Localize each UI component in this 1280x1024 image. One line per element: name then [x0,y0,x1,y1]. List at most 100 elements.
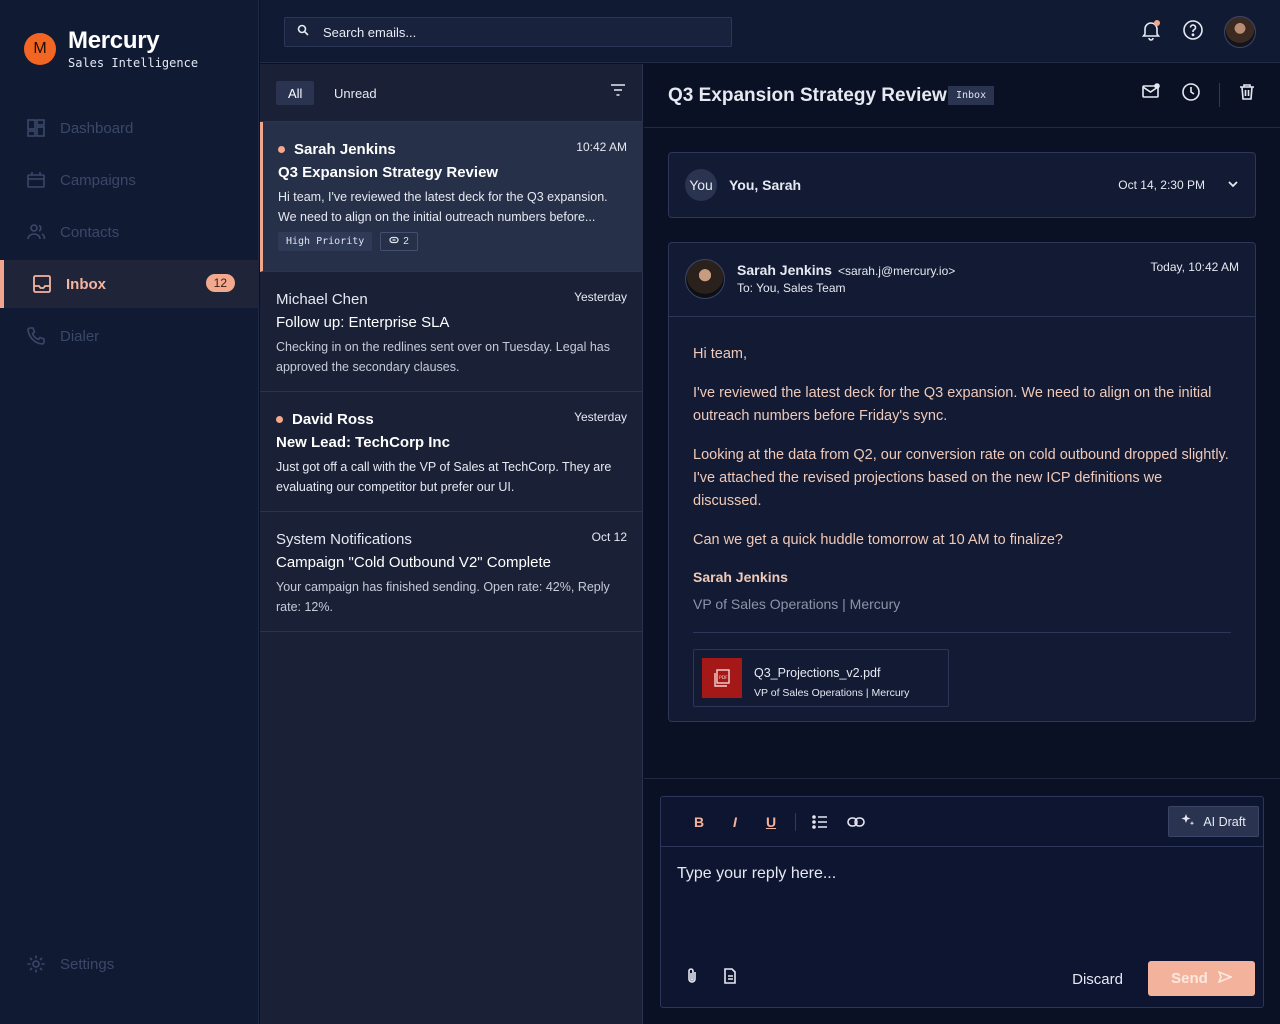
sidebar-item-contacts[interactable]: Contacts [0,208,259,256]
sidebar-item-inbox[interactable]: Inbox 12 [0,260,259,308]
snooze-clock-icon[interactable] [1181,82,1201,107]
message-preview: Your campaign has finished sending. Open… [276,580,610,614]
email-greeting: Hi team, [693,346,747,362]
signature-role: VP of Sales Operations | Mercury [693,596,901,612]
message-sender: Sarah Jenkins [278,141,396,158]
inbox-count-badge: 12 [205,274,235,292]
email-paragraph: I've reviewed the latest deck for the Q3… [693,385,1212,424]
message-subject: Follow up: Enterprise SLA [276,314,450,331]
dashboard-icon [26,118,46,138]
sidebar: M Mercury Sales Intelligence Dashboard C… [0,0,259,1024]
contacts-icon [26,222,46,242]
attachment-subtitle: VP of Sales Operations | Mercury [754,687,910,699]
attachment-count-value: 2 [403,236,409,247]
svg-text:PDF: PDF [719,675,728,681]
sidebar-item-campaigns[interactable]: Campaigns [0,156,259,204]
search-input[interactable]: Search emails... [284,17,732,47]
ai-draft-label: AI Draft [1203,814,1246,829]
brand-subtitle: Sales Intelligence [68,56,199,70]
reading-pane: Q3 Expansion Strategy Review Inbox You Y… [644,64,1280,778]
email-body: Hi team, I've reviewed the latest deck f… [669,317,1255,707]
email-paragraph: Can we get a quick huddle tomorrow at 10… [693,532,1063,548]
sender-name: System Notifications [276,531,412,548]
chevron-down-icon[interactable] [1227,177,1239,195]
search-icon [297,23,309,41]
sidebar-item-settings[interactable]: Settings [0,940,259,988]
attachment-card[interactable]: PDF Q3_Projections_v2.pdf VP of Sales Op… [693,649,949,707]
sidebar-item-label: Contacts [60,223,120,241]
top-bar: Search emails... [260,0,1280,63]
template-document-icon[interactable] [721,967,739,990]
filter-all-tab[interactable]: All [276,81,315,105]
message-time: Oct 12 [591,530,627,544]
trash-icon[interactable] [1238,83,1256,106]
email-from: Sarah Jenkins <sarah.j@mercury.io> [737,262,955,278]
list-item[interactable]: Michael Chen Yesterday Follow up: Enterp… [260,272,643,392]
sender-name: David Ross [292,411,374,428]
inbox-icon [32,274,52,294]
reply-input[interactable]: Type your reply here... [677,865,836,883]
brand-logo: M [24,33,56,65]
help-icon[interactable] [1182,19,1204,46]
reply-area: B I U AI Draft Type your reply here... D… [644,778,1280,1024]
list-item[interactable]: System Notifications Oct 12 Campaign "Co… [260,512,643,632]
message-preview: Checking in on the redlines sent over on… [276,340,611,374]
message-sender: David Ross [276,411,374,428]
message-list: All Unread Sarah Jenkins 10:42 AM Q3 Exp… [260,64,643,1024]
priority-tag: High Priority [278,232,373,251]
campaigns-icon [26,170,46,190]
reading-header: Q3 Expansion Strategy Review Inbox [644,64,1280,128]
thread-date: Oct 14, 2:30 PM [1118,178,1205,192]
sidebar-item-dialer[interactable]: Dialer [0,312,259,360]
message-subject: Campaign "Cold Outbound V2" Complete [276,554,551,571]
sidebar-item-label: Inbox [66,275,106,293]
email-to: To: You, Sales Team [737,281,846,295]
message-sender: System Notifications [276,531,412,548]
sidebar-item-label: Dialer [60,327,100,345]
send-button[interactable]: Send [1148,961,1255,996]
filter-icon[interactable] [610,82,626,103]
filter-unread-tab[interactable]: Unread [322,81,389,105]
message-preview: Hi team, I've reviewed the latest deck f… [278,190,608,224]
italic-button[interactable]: I [717,814,753,830]
send-label: Send [1171,970,1208,987]
message-time: 10:42 AM [576,140,627,154]
from-name: Sarah Jenkins [737,262,832,278]
pdf-icon: PDF [702,658,742,698]
email-date: Today, 10:42 AM [1150,260,1240,274]
thread-avatar: You [685,169,717,201]
sender-name: Sarah Jenkins [294,141,396,158]
sidebar-item-label: Dashboard [60,119,134,137]
underline-button[interactable]: U [753,814,789,830]
list-item[interactable]: David Ross Yesterday New Lead: TechCorp … [260,392,643,512]
collapsed-thread[interactable]: You You, Sarah Oct 14, 2:30 PM [668,152,1256,218]
signature-name: Sarah Jenkins [693,569,788,585]
unread-dot [276,416,283,423]
link-icon[interactable] [838,816,874,828]
user-avatar[interactable] [1224,16,1256,48]
from-email: <sarah.j@mercury.io> [837,264,956,278]
attach-file-icon[interactable] [683,967,701,990]
phone-icon [26,326,46,346]
list-item[interactable]: Sarah Jenkins 10:42 AM Q3 Expansion Stra… [260,122,643,272]
discard-button[interactable]: Discard [1072,971,1123,988]
mark-unread-icon[interactable] [1141,82,1161,107]
message-preview: Just got off a call with the VP of Sales… [276,460,612,494]
email-paragraph: Looking at the data from Q2, our convers… [693,447,1229,509]
email-header: Sarah Jenkins <sarah.j@mercury.io> To: Yo… [669,243,1255,317]
send-arrow-icon [1217,970,1233,987]
sidebar-item-dashboard[interactable]: Dashboard [0,104,259,152]
brand: M Mercury Sales Intelligence [24,28,198,70]
reply-composer: B I U AI Draft Type your reply here... D… [660,796,1264,1008]
ai-draft-button[interactable]: AI Draft [1168,806,1259,837]
search-placeholder: Search emails... [323,24,417,40]
message-subject: Q3 Expansion Strategy Review [278,164,499,181]
bold-button[interactable]: B [681,814,717,830]
sender-avatar [685,259,725,299]
bullet-list-icon[interactable] [802,814,838,829]
paperclip-icon [389,236,399,247]
email-title: Q3 Expansion Strategy Review [668,85,947,106]
email-message: Sarah Jenkins <sarah.j@mercury.io> To: Yo… [668,242,1256,722]
notification-bell-icon[interactable] [1140,19,1162,46]
message-subject: New Lead: TechCorp Inc [276,434,450,451]
